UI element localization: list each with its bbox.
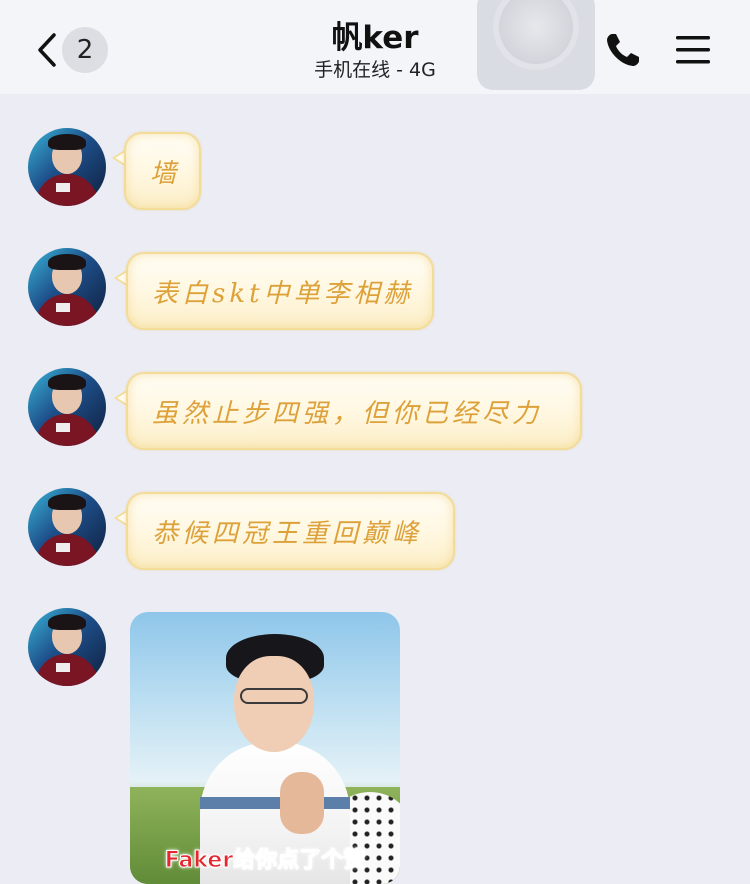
phone-icon [607,34,639,66]
sender-avatar[interactable] [28,248,106,326]
message-bubble[interactable]: 表白skt中单李相赫 [126,252,434,330]
image-caption: Faker给你点了个赞 [164,848,366,874]
message-bubble[interactable]: 虽然止步四强，但你已经尽力 [126,372,582,450]
camera-notch [477,0,595,90]
sender-avatar[interactable] [28,488,106,566]
message-bubble[interactable]: 墙 [124,132,201,210]
sender-avatar[interactable] [28,368,106,446]
message-bubble[interactable]: 恭候四冠王重回巅峰 [126,492,455,570]
chat-header: 2 帆ker 手机在线 - 4G [0,0,750,94]
camera-lens-icon [499,0,573,64]
image-message[interactable]: Faker给你点了个赞 [130,612,400,884]
menu-button[interactable] [674,32,712,68]
thumbs-up-icon [280,772,324,834]
sender-avatar[interactable] [28,128,106,206]
menu-icon [676,36,710,64]
sender-avatar[interactable] [28,608,106,686]
call-button[interactable] [603,30,643,70]
